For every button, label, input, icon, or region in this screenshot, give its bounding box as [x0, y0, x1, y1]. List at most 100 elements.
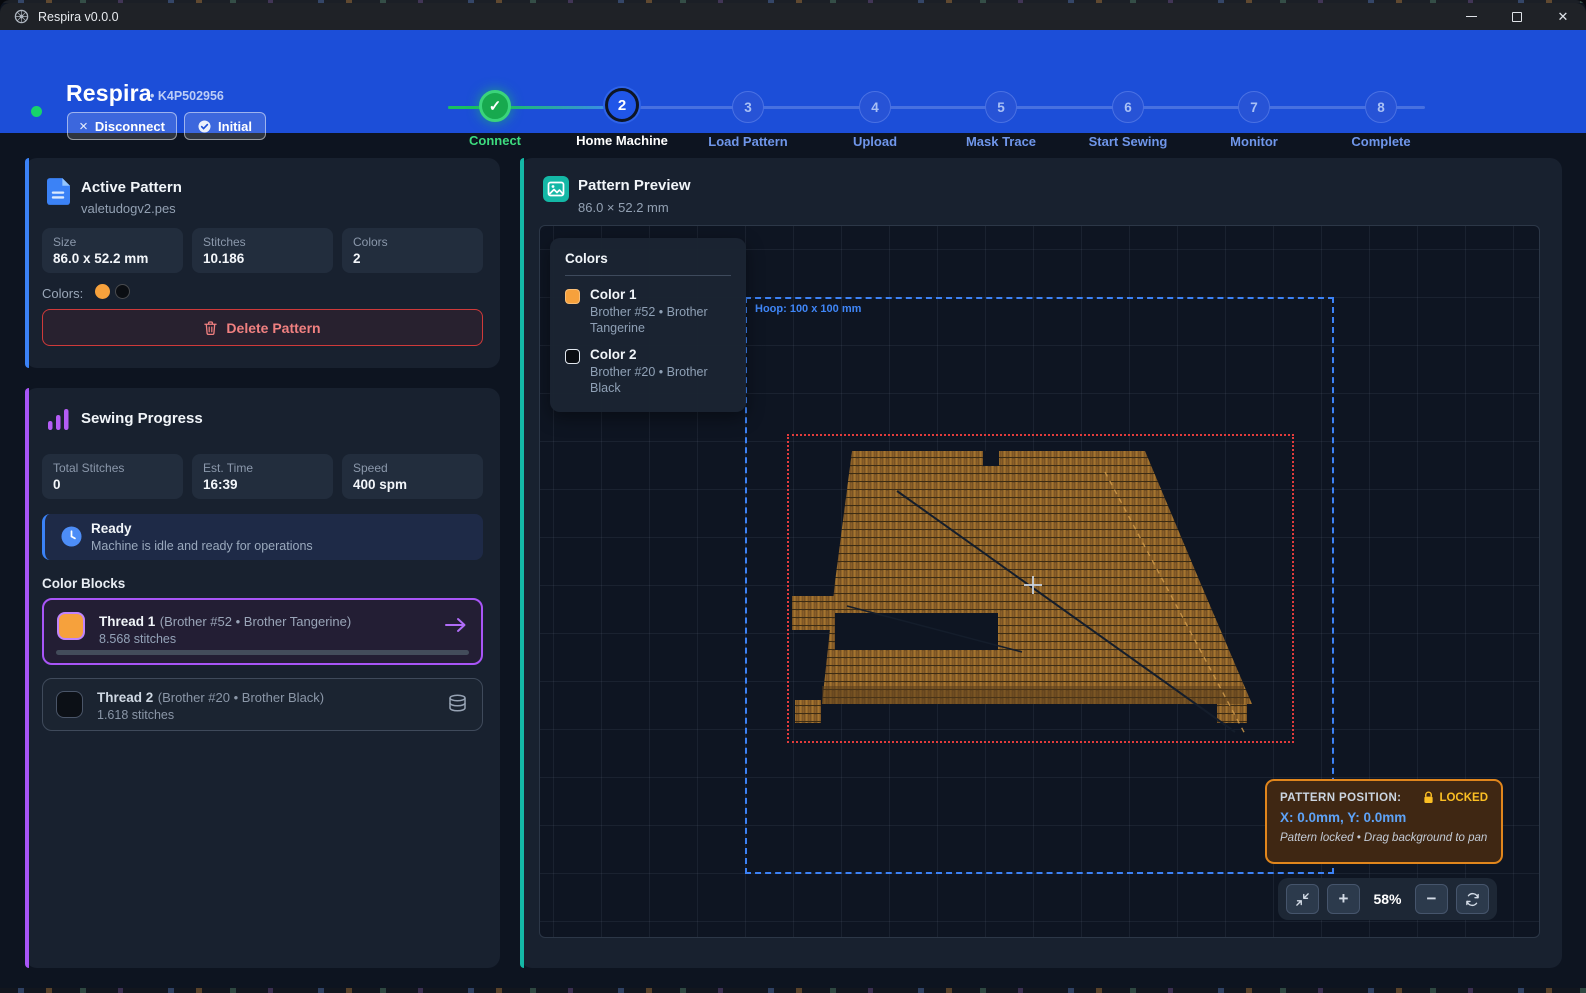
pattern-filename: valetudogv2.pes — [81, 201, 176, 216]
step-number: 4 — [859, 91, 891, 123]
legend-desc: Brother #20 • Brother Black — [590, 364, 722, 397]
thread-stitches: 8.568 stitches — [99, 632, 176, 646]
compress-icon — [1295, 892, 1310, 907]
color-blocks-label: Color Blocks — [42, 576, 125, 591]
minimize-button[interactable] — [1448, 3, 1494, 30]
thread-1-progress-bar — [56, 650, 469, 655]
thread-stitches: 1.618 stitches — [97, 708, 174, 722]
zoom-toolbar: + 58% − — [1278, 878, 1497, 920]
legend-swatch-black — [565, 349, 580, 364]
fit-to-view-button[interactable] — [1286, 884, 1319, 914]
step-upload[interactable]: 4 Upload — [813, 68, 937, 149]
connection-status-dot — [31, 106, 42, 117]
zoom-level: 58% — [1368, 891, 1407, 907]
thread-name: Thread 1 — [99, 614, 155, 629]
bar-chart-icon — [47, 409, 71, 431]
maximize-button[interactable] — [1494, 3, 1540, 30]
pattern-position-overlay: PATTERN POSITION: LOCKED X: 0.0mm, Y: 0.… — [1265, 779, 1503, 864]
step-label: Upload — [813, 134, 937, 149]
app-icon — [14, 9, 29, 24]
color-dot-tangerine — [95, 284, 110, 299]
file-icon — [47, 178, 70, 205]
delete-pattern-button[interactable]: Delete Pattern — [42, 309, 483, 346]
legend-swatch-tangerine — [565, 289, 580, 304]
legend-entry-color2: Color 2 Brother #20 • Brother Black — [565, 347, 731, 397]
pattern-center-crosshair — [1024, 576, 1042, 594]
step-label: Connect — [433, 133, 557, 148]
app-window: Respira v0.0.0 ✕ Respira • K4P502956 × D… — [0, 0, 1586, 993]
legend-desc: Brother #52 • Brother Tangerine — [590, 304, 722, 337]
card-accent — [520, 158, 524, 968]
titlebar[interactable]: Respira v0.0.0 ✕ — [0, 3, 1586, 30]
position-hint: Pattern locked • Drag background to pan — [1280, 832, 1488, 844]
step-mask-trace[interactable]: 5 Mask Trace — [939, 68, 1063, 149]
step-label: Home Machine — [560, 133, 684, 148]
position-label: PATTERN POSITION: — [1280, 792, 1401, 804]
image-icon — [543, 176, 569, 202]
step-connect[interactable]: ✓ Connect — [433, 68, 557, 148]
zoom-out-button[interactable]: − — [1415, 884, 1448, 914]
disconnect-label: Disconnect — [95, 119, 165, 134]
step-complete[interactable]: 8 Complete — [1319, 68, 1443, 149]
card-accent — [25, 388, 29, 968]
thread-2-swatch — [56, 691, 83, 718]
step-monitor[interactable]: 7 Monitor — [1192, 68, 1316, 149]
plus-icon: + — [1339, 889, 1349, 909]
stat-label: Speed — [353, 461, 472, 475]
step-home-machine[interactable]: 2 Home Machine — [560, 68, 684, 148]
thread-1-swatch — [57, 612, 85, 640]
trash-icon — [204, 321, 217, 335]
stat-total-stitches: Total Stitches 0 — [42, 454, 183, 499]
locked-label: LOCKED — [1439, 792, 1488, 804]
step-number: 6 — [1112, 91, 1144, 123]
stat-label: Stitches — [203, 235, 322, 249]
legend-name: Color 2 — [590, 347, 722, 362]
stat-value: 2 — [353, 251, 472, 266]
step-label: Load Pattern — [686, 134, 810, 149]
stat-label: Est. Time — [203, 461, 322, 475]
minimize-icon — [1466, 16, 1477, 18]
stat-label: Colors — [353, 235, 472, 249]
initial-button[interactable]: Initial — [184, 112, 266, 140]
legend-title: Colors — [565, 251, 731, 266]
disconnect-button[interactable]: × Disconnect — [67, 112, 177, 140]
thread-1-block[interactable]: Thread 1 (Brother #52 • Brother Tangerin… — [42, 598, 483, 665]
initial-label: Initial — [218, 119, 252, 134]
legend-name: Color 1 — [590, 287, 722, 302]
stat-size: Size 86.0 x 52.2 mm — [42, 228, 183, 273]
step-check-icon: ✓ — [479, 90, 511, 122]
step-number: 5 — [985, 91, 1017, 123]
card-title: Sewing Progress — [81, 410, 203, 427]
step-start-sewing[interactable]: 6 Start Sewing — [1066, 68, 1190, 149]
colors-label: Colors: — [42, 286, 83, 301]
colors-legend: Colors Color 1 Brother #52 • Brother Tan… — [550, 238, 746, 412]
machine-serial: • K4P502956 — [150, 89, 224, 103]
check-circle-icon — [198, 120, 211, 133]
step-label: Start Sewing — [1066, 134, 1190, 149]
preview-dimensions: 86.0 × 52.2 mm — [578, 200, 669, 215]
sewing-progress-card: Sewing Progress Total Stitches 0 Est. Ti… — [25, 388, 500, 968]
reset-view-button[interactable] — [1456, 884, 1489, 914]
preview-canvas[interactable]: Hoop: 100 x 100 mm — [539, 225, 1540, 938]
maximize-icon — [1512, 12, 1522, 22]
hoop-label: Hoop: 100 x 100 mm — [755, 303, 861, 315]
thread-2-block[interactable]: Thread 2 (Brother #20 • Brother Black) 1… — [42, 678, 483, 731]
status-title: Ready — [91, 521, 132, 536]
step-load-pattern[interactable]: 3 Load Pattern — [686, 68, 810, 149]
step-number: 7 — [1238, 91, 1270, 123]
pattern-preview-card: Pattern Preview 86.0 × 52.2 mm Hoop: 100… — [520, 158, 1562, 968]
card-accent — [25, 158, 29, 368]
stat-est-time: Est. Time 16:39 — [192, 454, 333, 499]
thread-detail: (Brother #20 • Brother Black) — [158, 690, 324, 705]
close-button[interactable]: ✕ — [1540, 3, 1586, 30]
thread-detail: (Brother #52 • Brother Tangerine) — [160, 614, 351, 629]
step-number: 8 — [1365, 91, 1397, 123]
card-title: Active Pattern — [81, 179, 182, 196]
minus-icon: − — [1427, 889, 1437, 909]
color-dot-black — [115, 284, 130, 299]
card-title: Pattern Preview — [578, 177, 691, 194]
app-name: Respira — [66, 80, 152, 107]
stat-speed: Speed 400 spm — [342, 454, 483, 499]
zoom-in-button[interactable]: + — [1327, 884, 1360, 914]
window-title: Respira v0.0.0 — [38, 10, 119, 24]
